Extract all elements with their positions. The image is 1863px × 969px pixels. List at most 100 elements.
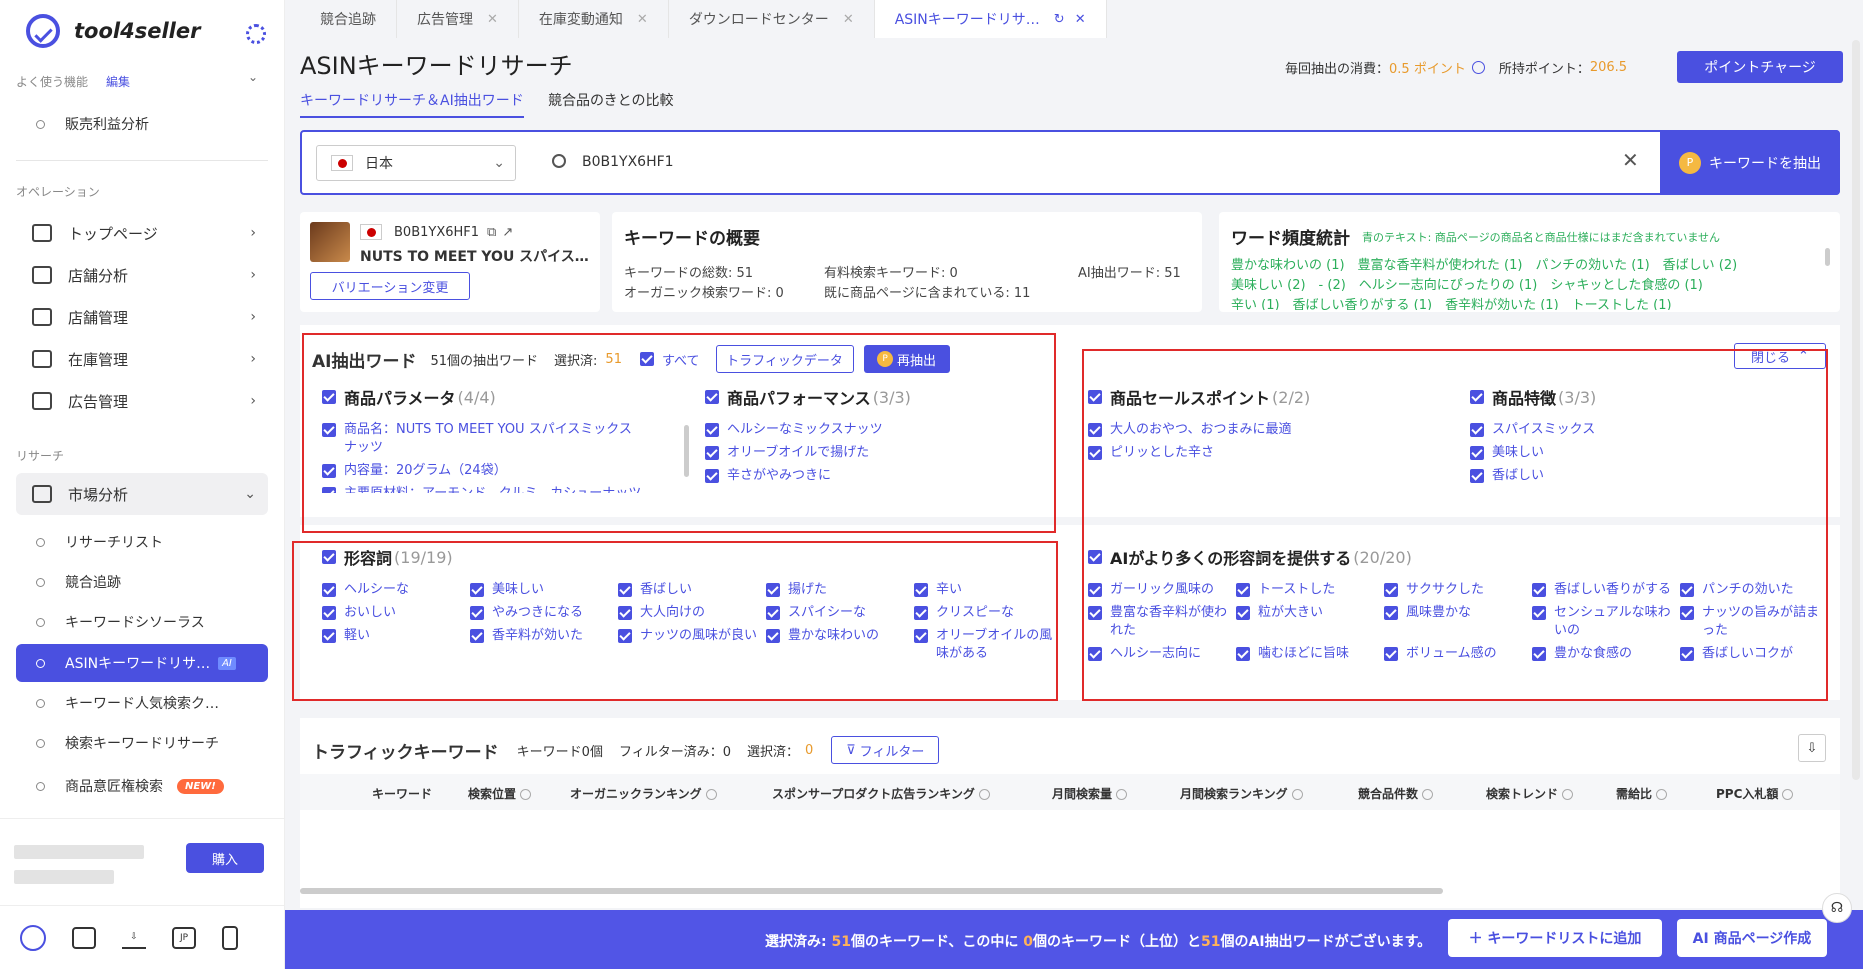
language-icon[interactable]: JP	[172, 927, 196, 949]
logo[interactable]: tool4seller	[26, 14, 200, 48]
japan-flag-icon	[331, 155, 353, 171]
traffic-section: トラフィックキーワード キーワード0個 フィルター済み：0 選択済： 0 ⊽ フィル…	[300, 718, 1840, 908]
chevron-down-icon[interactable]: ⌄	[248, 70, 258, 84]
overview-card: キーワードの概要 キーワードの総数: 51 有料検索キーワード: 0 AI抽出ワ…	[612, 212, 1202, 312]
column-header: 月間検索量	[1052, 785, 1128, 802]
coin-icon: P	[1679, 151, 1701, 174]
tab-inventory[interactable]: 在庫変動通知 ✕	[519, 0, 669, 38]
edit-link[interactable]: 編集	[106, 75, 130, 89]
column-header: オーガニックランキング	[570, 785, 717, 802]
sidebar-item-profit[interactable]: 販売利益分析	[16, 105, 268, 143]
help-icon[interactable]	[1471, 61, 1485, 74]
sidebar-item-popular[interactable]: キーワード人気検索ク…	[16, 684, 268, 722]
selection-summary: 選択済み: 51個のキーワード、この中に 0個のキーワード（上位）と51個のAI…	[765, 934, 1432, 950]
buy-button[interactable]: 購入	[186, 843, 264, 873]
highlight-box	[292, 541, 1058, 701]
close-icon[interactable]: ✕	[843, 12, 854, 27]
tab-asin-research[interactable]: ASINキーワードリサ… ↻ ✕	[874, 0, 1107, 38]
close-icon[interactable]: ✕	[1075, 12, 1086, 27]
home-icon	[32, 224, 52, 242]
download-icon[interactable]: ⇩	[1798, 734, 1826, 762]
scrollbar[interactable]	[1825, 248, 1830, 266]
user-email	[14, 870, 114, 884]
search-icon	[552, 154, 566, 168]
word-frequency-card: ワード頻度統計 青のテキスト: 商品ページの商品名と商品仕様にはまだ含まれていませ…	[1219, 212, 1840, 312]
app-name: tool4seller	[74, 19, 201, 43]
user-name	[14, 845, 144, 859]
tab-download[interactable]: ダウンロードセンター ✕	[669, 0, 875, 38]
traffic-title: トラフィックキーワード	[312, 742, 499, 763]
dot-icon	[36, 119, 45, 129]
overview-title: キーワードの概要	[624, 229, 760, 249]
horizontal-scrollbar[interactable]	[300, 888, 1443, 894]
column-header: PPC入札額	[1716, 785, 1794, 802]
extract-button[interactable]: P キーワードを抽出	[1660, 130, 1840, 195]
product-asin: B0B1YX6HF1	[394, 224, 480, 240]
logo-icon	[26, 14, 60, 48]
column-header: スポンサープロダクト広告ランキング	[772, 785, 990, 802]
sidebar-item-market[interactable]: 市場分析 ⌄	[16, 473, 268, 515]
operation-header: オペレーション	[16, 185, 100, 199]
sidebar-item-store-analysis[interactable]: 店舗分析 ›	[16, 254, 268, 296]
sidebar-item-research-list[interactable]: リサーチリスト	[16, 523, 268, 561]
gear-icon[interactable]	[246, 24, 266, 44]
sidebar-item-search-kw[interactable]: 検索キーワードリサーチ	[16, 724, 268, 762]
research-header: リサーチ	[16, 449, 65, 463]
copy-icon[interactable]: ⧉	[487, 225, 496, 240]
bottom-action-bar: 選択済み: 51個のキーワード、この中に 0個のキーワード（上位）と51個のAI…	[285, 910, 1863, 969]
favorites-header: よく使う機能 編集	[16, 75, 131, 89]
new-badge: NEW!	[177, 778, 224, 794]
vertical-scrollbar[interactable]	[1852, 40, 1860, 780]
sidebar-item-ads[interactable]: 広告管理 ›	[16, 380, 268, 422]
monitor-icon	[32, 392, 52, 410]
ai-keyword-section: AI抽出ワード 51個の抽出ワード 選択済: 51 すべて トラフィックデータ P…	[292, 325, 1840, 701]
column-header: 月間検索ランキング	[1180, 785, 1303, 802]
sidebar-item-thesaurus[interactable]: キーワードシソーラス	[16, 603, 268, 641]
ai-badge: AI	[218, 656, 236, 670]
page-title: ASINキーワードリサーチ	[300, 52, 573, 80]
filter-icon: ⊽	[846, 742, 856, 758]
subtab-compare[interactable]: 競合品のきとの比較	[548, 90, 673, 110]
box-icon	[32, 350, 52, 368]
refresh-icon[interactable]: ↻	[1054, 12, 1065, 27]
external-link-icon[interactable]: ↗	[502, 225, 513, 240]
country-select[interactable]: 日本 ⌄	[316, 145, 516, 181]
sidebar-item-store-manage[interactable]: 店舗管理 ›	[16, 296, 268, 338]
subtab-keyword-research[interactable]: キーワードリサーチ＆AI抽出ワード	[300, 90, 524, 118]
charge-button[interactable]: ポイントチャージ	[1677, 51, 1843, 83]
chart-icon	[32, 266, 52, 284]
filter-button[interactable]: ⊽ フィルター	[831, 736, 940, 764]
column-header: キーワード	[372, 787, 433, 801]
sidebar-item-competitor[interactable]: 競合追跡	[16, 563, 268, 601]
column-header: 検索トレンド	[1486, 785, 1574, 802]
column-header: 需給比	[1616, 785, 1668, 802]
ai-page-create-button[interactable]: AI 商品ページ作成	[1677, 919, 1827, 957]
tab-bar: 競合追跡 広告管理 ✕ 在庫変動通知 ✕ ダウンロードセンター ✕ ASINキーワード…	[300, 0, 1107, 38]
tab-ads[interactable]: 広告管理 ✕	[397, 0, 519, 38]
support-icon[interactable]: ☊	[1822, 893, 1852, 923]
product-card: B0B1YX6HF1 ⧉ ↗ NUTS TO MEET YOU スパイス… バリエー…	[300, 212, 600, 312]
variation-button[interactable]: バリエーション変更	[310, 272, 470, 300]
download-icon[interactable]: ⇩	[122, 927, 146, 949]
add-to-list-button[interactable]: ＋ キーワードリストに追加	[1448, 919, 1662, 957]
clear-icon[interactable]: ✕	[1622, 148, 1639, 172]
product-name: NUTS TO MEET YOU スパイス…	[360, 249, 589, 265]
column-header: 競合品件数	[1358, 785, 1434, 802]
close-icon[interactable]: ✕	[637, 12, 648, 27]
mobile-icon[interactable]	[222, 926, 238, 950]
sidebar: tool4seller よく使う機能 編集 ⌄ 販売利益分析 オペレーション トッ…	[0, 0, 285, 969]
highlight-box	[302, 333, 1056, 533]
sidebar-item-asin-research[interactable]: ASINキーワードリサ… AI	[16, 644, 268, 682]
mail-icon[interactable]	[72, 927, 96, 949]
tab-competitor[interactable]: 競合追跡	[300, 0, 397, 38]
table-header: キーワード 検索位置 オーガニックランキング スポンサープロダクト広告ランキング…	[300, 774, 1840, 810]
points-info: 毎回抽出の消費： 0.5 ポイント 所持ポイント： 206.5	[1285, 60, 1628, 77]
search-bar: 日本 ⌄ B0B1YX6HF1 ✕ P キーワードを抽出	[300, 130, 1840, 195]
search-input[interactable]: B0B1YX6HF1	[582, 154, 674, 170]
sidebar-item-inventory[interactable]: 在庫管理 ›	[16, 338, 268, 380]
close-icon[interactable]: ✕	[487, 12, 498, 27]
sidebar-item-design[interactable]: 商品意匠権検索 NEW!	[16, 767, 268, 805]
highlight-box	[1082, 349, 1828, 701]
sidebar-item-top[interactable]: トップページ ›	[16, 212, 268, 254]
avatar[interactable]	[20, 925, 46, 951]
